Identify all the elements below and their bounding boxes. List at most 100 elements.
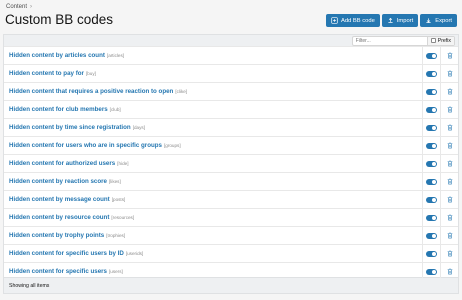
trash-icon[interactable]	[447, 250, 453, 257]
breadcrumb-item-content[interactable]: Content	[6, 4, 27, 10]
trash-icon[interactable]	[447, 88, 453, 95]
toggle-on-icon[interactable]	[426, 268, 437, 275]
bb-code-title[interactable]: Hidden content for club members	[9, 106, 108, 113]
bb-code-tag: [days]	[132, 125, 145, 130]
toggle-on-icon[interactable]	[426, 196, 437, 203]
table-row: Hidden content by reaction score [likes]	[4, 172, 458, 190]
table-row: Hidden content by message count [posts]	[4, 190, 458, 208]
bb-code-tag: [resources]	[111, 215, 135, 220]
bb-code-title[interactable]: Hidden content by trophy points	[9, 232, 104, 239]
add-bb-code-label: Add BB code	[340, 17, 375, 24]
row-main-cell[interactable]: Hidden content by articles count [articl…	[4, 47, 422, 64]
chevron-right-icon: ›	[30, 4, 33, 10]
import-button[interactable]: Import	[381, 14, 419, 27]
table-row: Hidden content by resource count [resour…	[4, 208, 458, 226]
trash-icon[interactable]	[447, 178, 453, 185]
add-bb-code-button[interactable]: Add BB code	[325, 14, 380, 27]
upload-icon	[387, 17, 394, 24]
row-main-cell[interactable]: Hidden content for specific users by ID …	[4, 245, 422, 262]
row-main-cell[interactable]: Hidden content for authorized users [hid…	[4, 155, 422, 172]
download-icon	[425, 17, 432, 24]
bb-code-tag: [club]	[109, 107, 121, 112]
toggle-on-icon[interactable]	[426, 124, 437, 131]
filter-bar: Prefix	[3, 34, 459, 46]
prefix-checkbox[interactable]	[430, 38, 436, 43]
row-toggle-cell	[422, 209, 440, 226]
toggle-on-icon[interactable]	[426, 160, 437, 167]
bb-code-title[interactable]: Hidden content for users who are in spec…	[9, 142, 162, 149]
bb-code-tag: [articles]	[106, 53, 125, 58]
bb-code-tag: [posts]	[111, 197, 126, 202]
bb-code-title[interactable]: Hidden content by articles count	[9, 52, 105, 59]
prefix-label: Prefix	[437, 37, 451, 44]
row-toggle-cell	[422, 191, 440, 208]
trash-icon[interactable]	[447, 232, 453, 239]
row-delete-cell	[440, 173, 458, 190]
row-delete-cell	[440, 227, 458, 244]
row-main-cell[interactable]: Hidden content by reaction score [likes]	[4, 173, 422, 190]
plus-square-icon	[331, 17, 338, 24]
bb-code-tag: [users]	[109, 269, 123, 274]
table-row: Hidden content by articles count [articl…	[4, 46, 458, 64]
toggle-on-icon[interactable]	[426, 88, 437, 95]
toggle-on-icon[interactable]	[426, 214, 437, 221]
bb-code-title[interactable]: Hidden content by message count	[9, 196, 110, 203]
table-row: Hidden content by time since registratio…	[4, 118, 458, 136]
toggle-on-icon[interactable]	[426, 178, 437, 185]
bb-code-title[interactable]: Hidden content that requires a positive …	[9, 88, 173, 95]
row-main-cell[interactable]: Hidden content to pay for [buy]	[4, 65, 422, 82]
trash-icon[interactable]	[447, 268, 453, 275]
toggle-on-icon[interactable]	[426, 232, 437, 239]
row-toggle-cell	[422, 227, 440, 244]
row-delete-cell	[440, 65, 458, 82]
row-main-cell[interactable]: Hidden content by time since registratio…	[4, 119, 422, 136]
bb-code-tag: [trophies]	[106, 233, 126, 238]
row-main-cell[interactable]: Hidden content for club members [club]	[4, 101, 422, 118]
row-toggle-cell	[422, 101, 440, 118]
bb-code-title[interactable]: Hidden content for specific users by ID	[9, 250, 124, 257]
row-delete-cell	[440, 155, 458, 172]
trash-icon[interactable]	[447, 124, 453, 131]
row-main-cell[interactable]: Hidden content for users who are in spec…	[4, 137, 422, 154]
bb-code-title[interactable]: Hidden content by reaction score	[9, 178, 107, 185]
trash-icon[interactable]	[447, 214, 453, 221]
row-main-cell[interactable]: Hidden content by message count [posts]	[4, 191, 422, 208]
bb-code-title[interactable]: Hidden content for authorized users	[9, 160, 115, 167]
bb-code-tag: [likes]	[109, 179, 121, 184]
prefix-toggle[interactable]: Prefix	[426, 36, 454, 45]
bb-code-title[interactable]: Hidden content for specific users	[9, 268, 107, 275]
row-toggle-cell	[422, 155, 440, 172]
import-label: Import	[396, 17, 414, 24]
toggle-on-icon[interactable]	[426, 70, 437, 77]
table-row: Hidden content for specific users by ID …	[4, 244, 458, 262]
trash-icon[interactable]	[447, 142, 453, 149]
row-delete-cell	[440, 137, 458, 154]
table-row: Hidden content for users who are in spec…	[4, 136, 458, 154]
bb-code-title[interactable]: Hidden content by resource count	[9, 214, 109, 221]
trash-icon[interactable]	[447, 106, 453, 113]
row-delete-cell	[440, 209, 458, 226]
bb-code-title[interactable]: Hidden content to pay for	[9, 70, 84, 77]
row-main-cell[interactable]: Hidden content by resource count [resour…	[4, 209, 422, 226]
row-main-cell[interactable]: Hidden content that requires a positive …	[4, 83, 422, 100]
table-row: Hidden content for club members [club]	[4, 100, 458, 118]
breadcrumb: Content ›	[6, 4, 32, 10]
toggle-on-icon[interactable]	[426, 142, 437, 149]
footer-status: Showing all items	[9, 282, 50, 289]
trash-icon[interactable]	[447, 70, 453, 77]
row-delete-cell	[440, 101, 458, 118]
bb-code-list: Hidden content by articles count [articl…	[3, 46, 459, 280]
bb-code-title[interactable]: Hidden content by time since registratio…	[9, 124, 131, 131]
trash-icon[interactable]	[447, 160, 453, 167]
toggle-on-icon[interactable]	[426, 52, 437, 59]
toggle-on-icon[interactable]	[426, 106, 437, 113]
row-main-cell[interactable]: Hidden content by trophy points [trophie…	[4, 227, 422, 244]
bb-code-tag: [userids]	[125, 251, 144, 256]
trash-icon[interactable]	[447, 196, 453, 203]
filter-input[interactable]	[352, 36, 427, 45]
export-button[interactable]: Export	[420, 14, 457, 27]
toggle-on-icon[interactable]	[426, 250, 437, 257]
bb-code-tag: [clike]	[175, 89, 188, 94]
trash-icon[interactable]	[447, 52, 453, 59]
row-toggle-cell	[422, 173, 440, 190]
